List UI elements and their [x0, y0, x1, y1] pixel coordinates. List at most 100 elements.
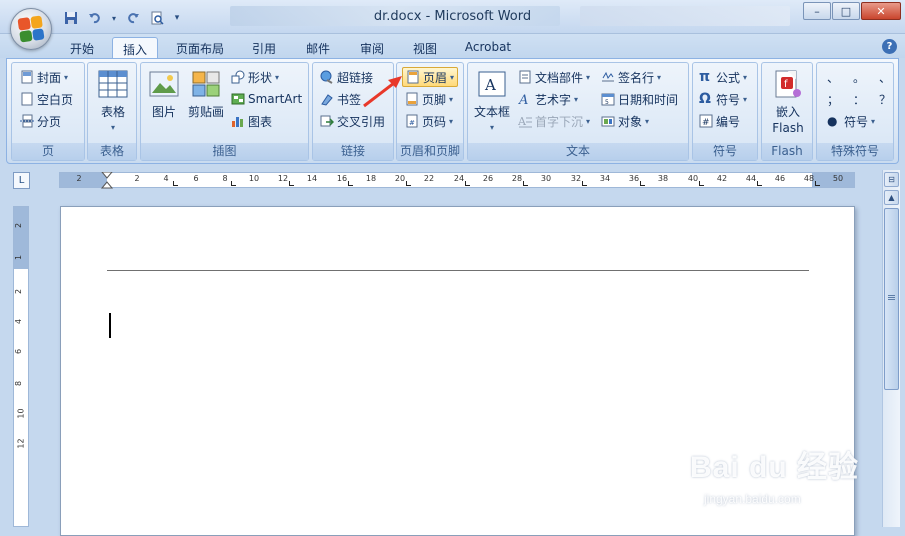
group-pages: 封面 ▾ 空白页 分页 页: [11, 62, 85, 161]
special-char[interactable]: 。: [853, 69, 865, 86]
textbox-button[interactable]: A 文本框 ▾: [472, 69, 512, 136]
maximize-button[interactable]: □: [832, 2, 860, 20]
table-button[interactable]: 表格 ▾: [95, 69, 131, 136]
page-break-button[interactable]: 分页: [20, 111, 61, 131]
tab-page-layout[interactable]: 页面布局: [166, 37, 234, 58]
horizontal-ruler[interactable]: 2 2 4 6 8 10 12 14 16 18 20 22 24 26 28 30 32 34 36 38 40 42 4…: [59, 172, 855, 189]
group-label-symbols: 符号: [693, 143, 757, 160]
object-button[interactable]: 对象 ▾: [601, 111, 649, 131]
shapes-button[interactable]: 形状 ▾: [231, 67, 279, 87]
special-symbol-button[interactable]: ● 符号 ▾: [827, 111, 875, 131]
scroll-up-icon[interactable]: ▲: [884, 190, 899, 205]
indent-marker-icon[interactable]: [101, 172, 113, 189]
vruler-tick-label: 1: [14, 254, 24, 261]
signature-line-icon: [601, 70, 615, 84]
textbox-icon: A: [476, 69, 508, 101]
tab-stop-marker[interactable]: [231, 181, 236, 186]
quick-parts-button[interactable]: 文档部件 ▾: [518, 67, 590, 87]
ruler-tick-label: 24: [453, 174, 465, 183]
tab-home[interactable]: 开始: [58, 37, 106, 58]
vruler-tick-label: 8: [14, 380, 24, 387]
ruler-tick-label: 10: [248, 174, 260, 183]
ruler-tick-label: 2: [134, 174, 140, 183]
signature-line-button[interactable]: 签名行 ▾: [601, 67, 661, 87]
special-char[interactable]: ：: [853, 91, 865, 108]
picture-button[interactable]: 图片: [147, 69, 181, 120]
title-bar: ▾ ▾ dr.docx - Microsoft Word – □ ✕: [0, 0, 905, 34]
ruler-tick-label: 46: [774, 174, 786, 183]
tab-mailings[interactable]: 邮件: [296, 37, 340, 58]
group-flash: f 嵌入 Flash Flash: [761, 62, 813, 161]
date-time-button[interactable]: 5 日期和时间: [601, 89, 678, 109]
tab-stop-marker[interactable]: [640, 181, 645, 186]
tab-stop-marker[interactable]: [699, 181, 704, 186]
tab-stop-marker[interactable]: [348, 181, 353, 186]
cover-page-icon: [20, 70, 34, 84]
special-char[interactable]: ；: [827, 91, 839, 108]
footer-button[interactable]: 页脚 ▾: [405, 89, 453, 109]
tab-insert[interactable]: 插入: [112, 37, 158, 58]
vruler-tick-label: 2: [14, 222, 24, 229]
scroll-thumb[interactable]: [884, 208, 899, 390]
clipart-button[interactable]: 剪贴画: [185, 69, 227, 120]
tab-stop-marker[interactable]: [406, 181, 411, 186]
pi-icon: π: [699, 69, 711, 85]
wordart-icon: A: [518, 92, 532, 108]
page-number-button[interactable]: # 页码 ▾: [405, 111, 453, 131]
bookmark-button[interactable]: 书签: [320, 89, 361, 109]
header-button[interactable]: 页眉 ▾: [402, 67, 459, 87]
minimize-button[interactable]: –: [803, 2, 831, 20]
help-icon[interactable]: ?: [882, 39, 897, 54]
special-char[interactable]: 、: [879, 69, 891, 86]
special-char[interactable]: 、: [827, 69, 839, 86]
object-icon: [601, 114, 615, 128]
tab-stop-marker[interactable]: [173, 181, 178, 186]
embed-flash-button[interactable]: f 嵌入 Flash: [766, 69, 810, 136]
ruler-tick-label: 12: [277, 174, 289, 183]
equation-button[interactable]: π 公式 ▾: [699, 67, 747, 87]
chart-button[interactable]: 图表: [231, 111, 272, 131]
calendar-icon: 5: [601, 92, 615, 106]
vruler-tick-label: 4: [14, 318, 24, 325]
vruler-tick-label: 10: [16, 408, 26, 419]
baidu-watermark: Bai du 经验 jingyan.baidu.com: [690, 430, 895, 520]
blank-page-button[interactable]: 空白页: [20, 89, 73, 109]
tab-stop-marker[interactable]: [465, 181, 470, 186]
numbering-button[interactable]: # 编号: [699, 111, 740, 131]
bookmark-icon: [320, 92, 334, 106]
group-text: A 文本框 ▾ 文档部件 ▾ A 艺术字 ▾ A 首字下沉 ▾ 签名行 ▾ 5 日期和时…: [467, 62, 689, 161]
ruler-tick-label: 38: [657, 174, 669, 183]
ruler-tick-label: 48: [803, 174, 815, 183]
special-chars-row-1: 、 。 、: [827, 67, 891, 87]
cross-reference-button[interactable]: 交叉引用: [320, 111, 385, 131]
window-title: dr.docx - Microsoft Word: [373, 9, 532, 24]
ruler-tick-label: 18: [365, 174, 377, 183]
cover-page-button[interactable]: 封面 ▾: [20, 67, 68, 87]
group-label-header-footer: 页眉和页脚: [397, 143, 463, 160]
group-label-pages: 页: [12, 143, 84, 160]
ruler-tick-label: 34: [599, 174, 611, 183]
tab-selector[interactable]: L: [13, 172, 30, 189]
wordart-button[interactable]: A 艺术字 ▾: [518, 89, 578, 109]
tab-stop-marker[interactable]: [523, 181, 528, 186]
tab-stop-marker[interactable]: [289, 181, 294, 186]
drop-cap-button: A 首字下沉 ▾: [517, 114, 591, 129]
scroll-split-icon[interactable]: ⊟: [884, 172, 899, 187]
smartart-button[interactable]: SmartArt: [231, 89, 302, 109]
special-char[interactable]: ？: [879, 91, 891, 108]
vertical-ruler[interactable]: 2 1 2 4 6 8 10 12: [13, 206, 29, 527]
globe-link-icon: [320, 70, 334, 84]
tab-stop-marker[interactable]: [757, 181, 762, 186]
group-table: 表格 ▾ 表格: [87, 62, 137, 161]
close-button[interactable]: ✕: [861, 2, 901, 20]
symbol-button[interactable]: Ω 符号 ▾: [699, 89, 747, 109]
tab-references[interactable]: 引用: [242, 37, 286, 58]
group-label-links: 链接: [313, 143, 393, 160]
tab-stop-marker[interactable]: [582, 181, 587, 186]
vruler-tick-label: 6: [14, 348, 24, 355]
tab-view[interactable]: 视图: [403, 37, 447, 58]
tab-stop-marker[interactable]: [815, 181, 820, 186]
tab-review[interactable]: 审阅: [350, 37, 394, 58]
tab-acrobat[interactable]: Acrobat: [458, 37, 518, 58]
office-button[interactable]: [10, 8, 52, 50]
